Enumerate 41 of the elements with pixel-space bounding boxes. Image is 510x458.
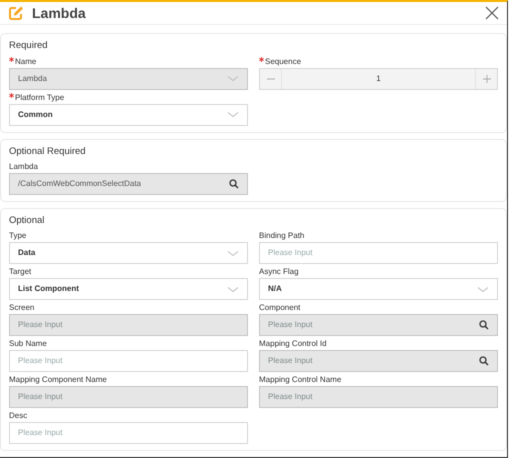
required-asterisk-icon (259, 56, 264, 62)
dialog-title: Lambda (32, 4, 86, 23)
field-label: Mapping Control Id (259, 338, 327, 349)
field-label: Mapping Control Name (259, 374, 342, 385)
dropdown[interactable]: Common (9, 104, 248, 126)
field-label: Screen (9, 302, 34, 313)
chevron-down-icon (227, 75, 239, 82)
dropdown[interactable]: List Component (9, 278, 248, 300)
chevron-down-icon (477, 286, 489, 292)
required-asterisk-icon (9, 92, 14, 98)
field-label: Desc (9, 410, 28, 421)
field-label: Sub Name (9, 338, 47, 349)
field-label: Platform Type (15, 92, 64, 102)
dropdown[interactable]: Data (9, 242, 248, 264)
field-label: Binding Path (259, 230, 304, 241)
field-label: Sequence (265, 56, 302, 66)
field-label: Type (9, 230, 26, 241)
chevron-down-icon (227, 286, 239, 292)
input-field[interactable]: Please Input (9, 422, 248, 444)
field-label: Async Flag (259, 266, 299, 277)
search-icon (479, 356, 489, 366)
field-label: Name (15, 56, 36, 66)
section-title: Optional Required (9, 144, 87, 158)
field-label: Target (9, 266, 32, 277)
edit-icon (8, 5, 24, 22)
input-field[interactable]: Please Input (259, 242, 498, 264)
required-asterisk-icon (9, 56, 14, 62)
input-field[interactable]: Please Input (9, 350, 248, 372)
field-label: Component (259, 302, 300, 313)
chevron-down-icon (227, 111, 239, 118)
chevron-down-icon (227, 250, 239, 256)
dropdown[interactable]: N/A (259, 278, 498, 300)
search-icon (229, 178, 239, 189)
close-button[interactable] (485, 6, 499, 20)
number-value: 1 (281, 68, 476, 88)
field-label: Lambda (9, 160, 38, 172)
section-title: Required (9, 39, 49, 54)
field-label: Mapping Component Name (9, 374, 107, 385)
plus-icon (482, 74, 490, 82)
section-title: Optional (9, 214, 46, 228)
search-icon (479, 320, 489, 330)
